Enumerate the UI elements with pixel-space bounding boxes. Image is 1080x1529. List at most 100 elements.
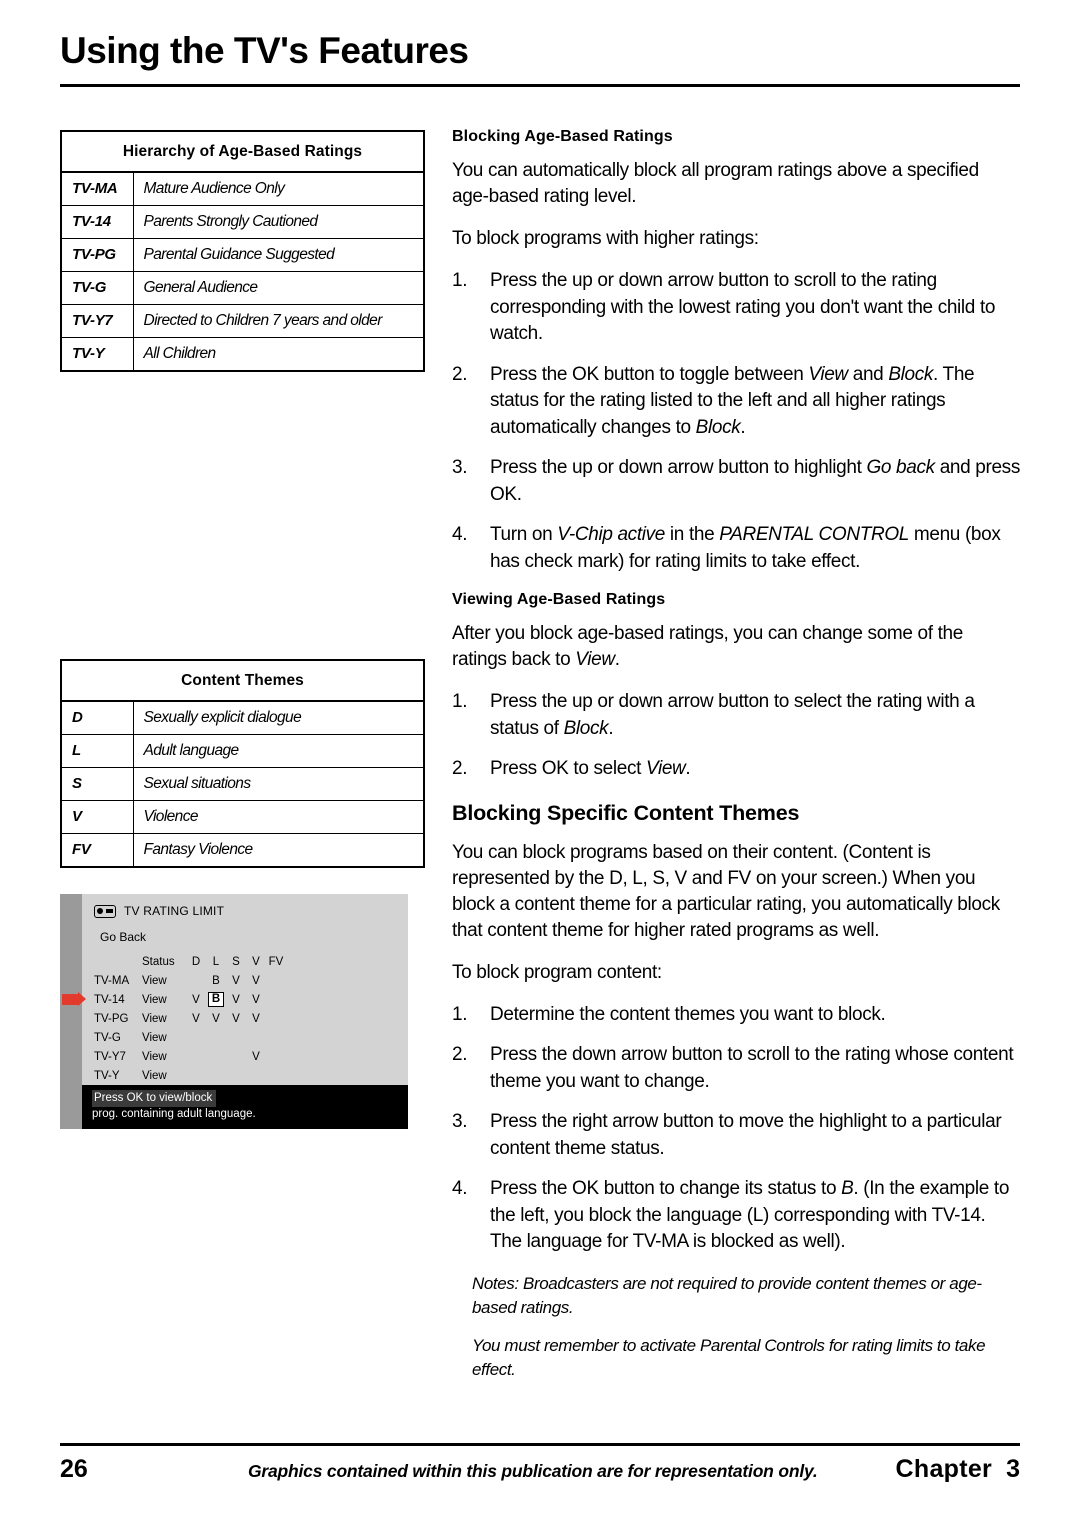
footer-note: Graphics contained within this publicati…: [247, 1461, 818, 1481]
blocking-age-steps: 1. Press the up or down arrow button to …: [452, 268, 1020, 575]
step-text: Press the down arrow button to scroll to…: [490, 1044, 1014, 1092]
osd-row-label: TV-Y7: [94, 1050, 126, 1063]
step-text-emph: PARENTAL CONTROL: [719, 524, 909, 545]
osd-cell-s: V: [232, 993, 240, 1006]
step-text-emph: Block: [888, 363, 934, 385]
rating-desc: Parents Strongly Cautioned: [132, 205, 425, 239]
step-text-emph: Block: [695, 416, 741, 438]
tv-rating-icon: [94, 904, 116, 918]
age-table-title: Hierarchy of Age-Based Ratings: [60, 130, 425, 173]
table-row: TV-14 Parents Strongly Cautioned: [60, 205, 425, 239]
osd-header: TV RATING LIMIT: [94, 904, 224, 918]
osd-row-label: TV-PG: [94, 1012, 129, 1025]
osd-row-tv-ma[interactable]: TV-MA View B V V: [94, 971, 394, 990]
viewing-age-paragraph: After you block age-based ratings, you c…: [452, 621, 1020, 673]
osd-row-tv-y[interactable]: TV-Y View: [94, 1066, 394, 1085]
table-row: TV-G General Audience: [60, 271, 425, 305]
osd-cell-l: V: [212, 1012, 220, 1025]
osd-col-d: D: [191, 955, 201, 968]
selection-arrow-icon: [62, 992, 86, 1006]
list-item: 4. Turn on V-Chip active in the PARENTAL…: [452, 522, 1020, 575]
osd-row-status: View: [142, 1069, 167, 1082]
osd-row-status: View: [142, 974, 167, 987]
page-number: 26: [60, 1455, 88, 1483]
osd-row-tv-y7[interactable]: TV-Y7 View V: [94, 1047, 394, 1066]
list-item: 2. Press OK to select View.: [452, 756, 1020, 783]
list-item: 2. Press the down arrow button to scroll…: [452, 1042, 1020, 1095]
step-text: Press the right arrow button to move the…: [490, 1111, 1002, 1159]
list-item: 3. Press the right arrow button to move …: [452, 1109, 1020, 1162]
osd-cell-v: V: [252, 993, 260, 1006]
osd-side-bar: [60, 894, 82, 1129]
step-text: Turn on V-Chip active in the PARENTAL CO…: [490, 524, 1001, 572]
theme-code: L: [60, 734, 134, 768]
column-spacer: [60, 372, 425, 659]
page-footer: 26 Graphics contained within this public…: [60, 1455, 1020, 1484]
age-based-ratings-table: Hierarchy of Age-Based Ratings TV-MA Mat…: [60, 130, 425, 372]
step-number: 1.: [452, 691, 468, 712]
header-divider: [60, 84, 1020, 87]
osd-title: TV RATING LIMIT: [124, 904, 225, 918]
step-text: Press the up or down arrow button to scr…: [490, 270, 996, 344]
rating-desc: Mature Audience Only: [132, 171, 425, 206]
step-number: 2.: [452, 363, 468, 385]
list-item: 3. Press the up or down arrow button to …: [452, 455, 1020, 508]
step-text-emph: V-Chip active: [557, 524, 665, 545]
osd-row-tv-14[interactable]: TV-14 View V B V V: [62, 990, 394, 1009]
table-row: FV Fantasy Violence: [60, 833, 425, 868]
step-text: Determine the content themes you want to…: [490, 1003, 886, 1025]
step-text: Press OK to select View.: [490, 758, 691, 779]
content-table-title: Content Themes: [60, 659, 425, 702]
theme-code: FV: [60, 833, 134, 868]
step-text: Press the up or down arrow button to sel…: [490, 691, 975, 739]
osd-cell-l-value: B: [207, 992, 225, 1007]
theme-desc: Sexually explicit dialogue: [132, 700, 425, 735]
osd-col-l: L: [212, 955, 220, 968]
list-item: 2. Press the OK button to toggle between…: [452, 362, 1020, 442]
theme-desc: Violence: [132, 800, 425, 834]
step-text-part: Press the OK button to toggle between: [490, 363, 809, 385]
theme-code: V: [60, 800, 134, 834]
viewing-age-heading: Viewing Age-Based Ratings: [452, 591, 666, 608]
osd-row-status: View: [142, 1012, 167, 1025]
osd-cell-v: V: [252, 1050, 260, 1063]
osd-row-label: TV-Y: [94, 1069, 120, 1082]
left-column: Hierarchy of Age-Based Ratings TV-MA Mat…: [60, 130, 425, 1129]
blocking-themes-heading: Blocking Specific Content Themes: [452, 800, 800, 825]
step-text: Press the OK button to change its status…: [490, 1178, 1009, 1252]
step-text-emph: View: [645, 758, 686, 779]
osd-row-label: TV-14: [94, 993, 125, 1006]
table-row: TV-Y All Children: [60, 337, 425, 372]
theme-desc: Adult language: [132, 734, 425, 768]
rating-desc: Directed to Children 7 years and older: [132, 304, 425, 338]
step-text-emph: Go back: [866, 457, 935, 478]
osd-row-tv-pg[interactable]: TV-PG View V V V V: [94, 1009, 394, 1028]
osd-go-back-item[interactable]: Go Back: [100, 930, 146, 944]
table-row: L Adult language: [60, 734, 425, 768]
osd-help-text: Press OK to view/block prog. containing …: [82, 1085, 408, 1129]
table-row: S Sexual situations: [60, 767, 425, 801]
osd-row-status: View: [142, 1031, 167, 1044]
osd-row-label: TV-G: [94, 1031, 121, 1044]
step-number: 4.: [452, 1178, 468, 1199]
osd-cell-l: B: [212, 974, 220, 987]
rating-code: TV-G: [60, 271, 134, 305]
paragraph-part: After you block age-based ratings, you c…: [452, 623, 963, 670]
step-number: 3.: [452, 1111, 468, 1132]
osd-cell-s: V: [232, 974, 240, 987]
osd-rating-grid: Status D L S V FV TV-MA View B V V TV-14…: [62, 952, 394, 1085]
osd-column-header-row: Status D L S V FV: [94, 952, 394, 971]
osd-cell-d: V: [192, 1012, 200, 1025]
rating-desc: All Children: [132, 337, 425, 372]
step-text-emph: View: [808, 363, 848, 385]
list-item: 1. Press the up or down arrow button to …: [452, 268, 1020, 348]
theme-desc: Sexual situations: [132, 767, 425, 801]
osd-row-tv-g[interactable]: TV-G View: [94, 1028, 394, 1047]
rating-code: TV-Y7: [60, 304, 134, 338]
osd-cell-l-highlighted[interactable]: B: [206, 992, 226, 1007]
osd-go-back-label: Go Back: [100, 930, 147, 944]
osd-cell-d: V: [192, 993, 200, 1006]
step-text-part: Press the OK button to change its status…: [490, 1178, 842, 1199]
step-text: Press the up or down arrow button to hig…: [490, 457, 1020, 505]
rating-code: TV-Y: [60, 337, 134, 372]
